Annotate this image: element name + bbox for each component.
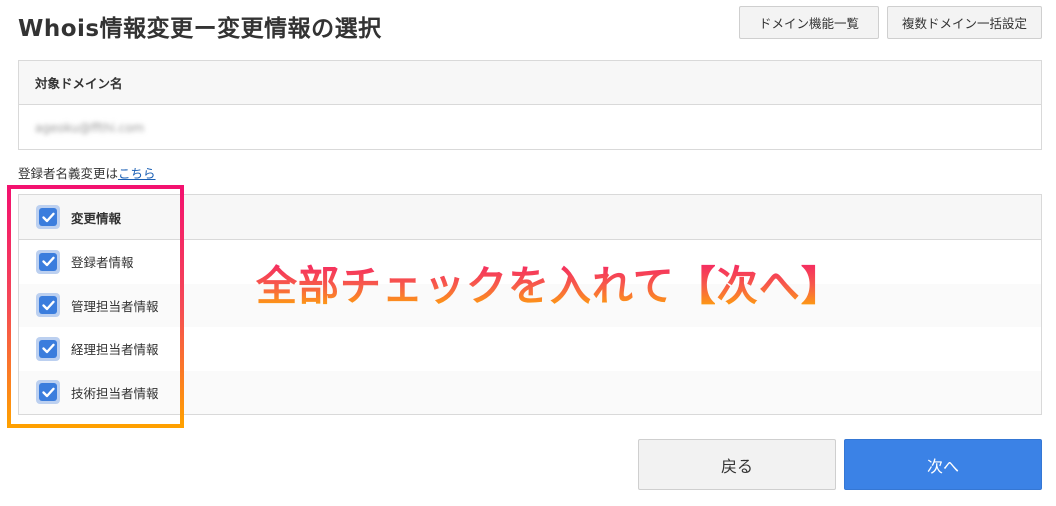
page-title: Whois情報変更ー変更情報の選択	[18, 16, 382, 42]
checkmark-icon	[39, 296, 57, 315]
registrant-info-checkbox[interactable]	[36, 249, 60, 274]
checkmark-icon	[39, 339, 57, 358]
technical-contact-checkbox[interactable]	[36, 380, 60, 405]
next-button[interactable]: 次へ	[844, 439, 1042, 490]
checkmark-icon	[39, 252, 57, 271]
target-domain-panel: 対象ドメイン名 ageoku@ffthi.com	[18, 60, 1042, 150]
target-domain-value: ageoku@ffthi.com	[35, 120, 145, 135]
change-info-header-label: 変更情報	[71, 210, 122, 226]
admin-contact-checkbox[interactable]	[36, 293, 60, 318]
target-domain-row: ageoku@ffthi.com	[19, 105, 1041, 150]
select-all-checkbox[interactable]	[36, 205, 60, 229]
checklist-row-technical[interactable]: 技術担当者情報	[19, 370, 1041, 414]
billing-contact-checkbox[interactable]	[36, 336, 60, 361]
domain-functions-list-button[interactable]: ドメイン機能一覧	[739, 6, 879, 39]
checkmark-icon	[39, 383, 57, 402]
registrant-info-label: 登録者情報	[71, 255, 134, 271]
bulk-domain-settings-button[interactable]: 複数ドメイン一括設定	[887, 6, 1042, 39]
target-domain-header: 対象ドメイン名	[19, 61, 1041, 105]
registrant-change-note: 登録者名義変更はこちら	[18, 163, 156, 182]
change-info-header-row: 変更情報	[19, 195, 1041, 240]
admin-contact-label: 管理担当者情報	[71, 298, 159, 314]
checklist-row-billing[interactable]: 経理担当者情報	[19, 327, 1041, 371]
checkmark-icon	[39, 208, 57, 226]
back-button[interactable]: 戻る	[638, 439, 836, 490]
registrant-change-link[interactable]: こちら	[118, 166, 156, 181]
annotation-instruction: 全部チェックを入れて【次へ】	[256, 252, 843, 312]
billing-contact-label: 経理担当者情報	[71, 342, 159, 358]
technical-contact-label: 技術担当者情報	[71, 385, 159, 401]
registrant-change-text: 登録者名義変更は	[18, 166, 119, 181]
